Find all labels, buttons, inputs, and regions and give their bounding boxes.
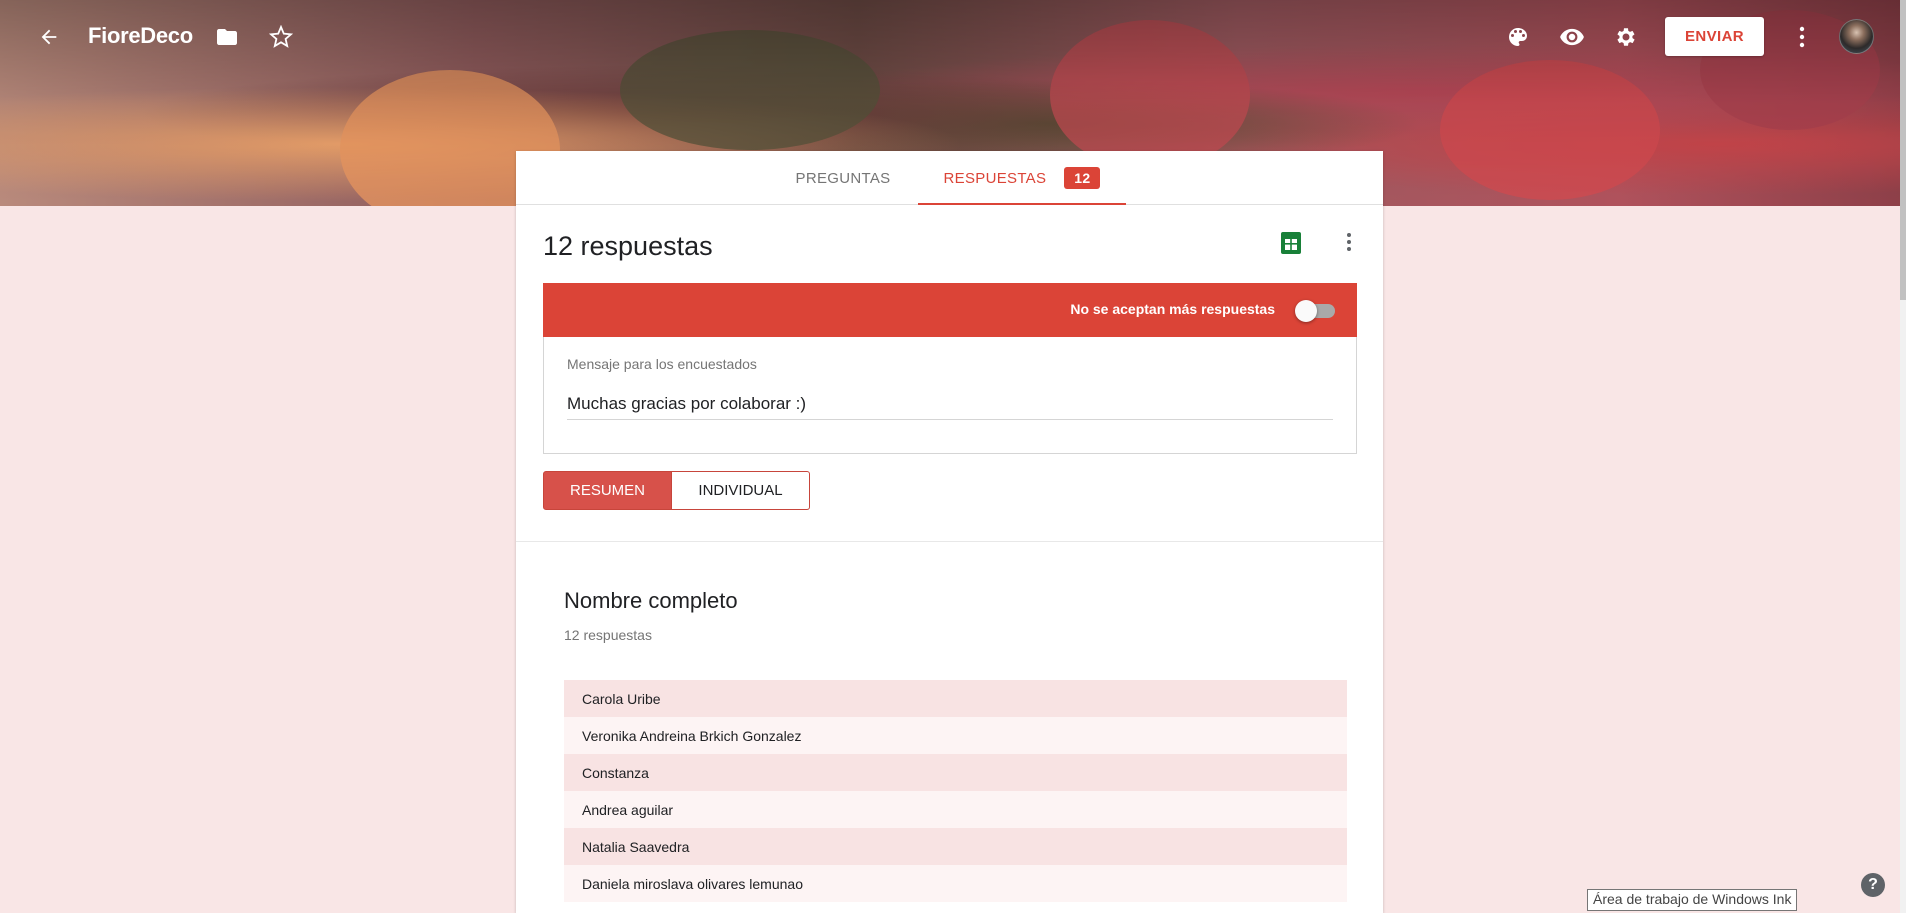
list-item: Carola Uribe bbox=[564, 680, 1347, 717]
active-tab-indicator bbox=[918, 203, 1126, 205]
back-arrow-icon[interactable] bbox=[29, 17, 69, 57]
question-title: Nombre completo bbox=[564, 588, 738, 613]
star-icon[interactable] bbox=[261, 17, 301, 57]
windows-ink-tooltip: Área de trabajo de Windows Ink bbox=[1587, 889, 1798, 911]
individual-view-button[interactable]: INDIVIDUAL bbox=[672, 471, 810, 510]
tab-respuestas[interactable]: RESPUESTAS 12 bbox=[918, 151, 1126, 205]
folder-icon[interactable] bbox=[207, 17, 247, 57]
responses-more-icon[interactable] bbox=[1334, 227, 1364, 257]
accepting-responses-label: No se aceptan más respuestas bbox=[1070, 301, 1275, 317]
section-divider bbox=[516, 541, 1383, 542]
responses-title: 12 respuestas bbox=[543, 231, 713, 261]
eye-icon[interactable] bbox=[1552, 17, 1592, 57]
answer-list: Carola Uribe Veronika Andreina Brkich Go… bbox=[564, 680, 1347, 902]
summary-view-button[interactable]: RESUMEN bbox=[543, 471, 672, 510]
send-button[interactable]: ENVIAR bbox=[1665, 17, 1764, 56]
tab-preguntas[interactable]: PREGUNTAS bbox=[778, 151, 908, 205]
top-bar: FioreDeco ENVIAR bbox=[0, 0, 1906, 74]
list-item: Veronika Andreina Brkich Gonzalez bbox=[564, 717, 1347, 754]
gear-icon[interactable] bbox=[1606, 17, 1646, 57]
list-item: Andrea aguilar bbox=[564, 791, 1347, 828]
accepting-responses-toggle[interactable] bbox=[1295, 300, 1335, 322]
palette-icon[interactable] bbox=[1498, 17, 1538, 57]
respondent-message-input[interactable] bbox=[567, 389, 1333, 420]
respondent-message-box: Mensaje para los encuestados bbox=[543, 337, 1357, 454]
more-vert-icon[interactable] bbox=[1782, 17, 1822, 57]
responses-count-badge: 12 bbox=[1064, 167, 1101, 189]
help-icon[interactable]: ? bbox=[1861, 873, 1885, 897]
scrollbar-thumb[interactable] bbox=[1900, 0, 1906, 300]
page-scrollbar[interactable] bbox=[1900, 0, 1906, 913]
list-item: Daniela miroslava olivares lemunao bbox=[564, 865, 1347, 902]
accepting-responses-bar: No se aceptan más respuestas bbox=[543, 283, 1357, 337]
toggle-knob bbox=[1295, 300, 1317, 322]
question-response-count: 12 respuestas bbox=[564, 627, 652, 643]
tab-preguntas-label: PREGUNTAS bbox=[795, 169, 891, 187]
tab-bar: PREGUNTAS RESPUESTAS 12 bbox=[516, 151, 1383, 205]
list-item: Natalia Saavedra bbox=[564, 828, 1347, 865]
avatar[interactable] bbox=[1839, 19, 1874, 54]
tab-respuestas-label: RESPUESTAS bbox=[943, 169, 1047, 187]
sheets-icon[interactable] bbox=[1280, 231, 1304, 255]
responses-card: PREGUNTAS RESPUESTAS 12 12 respuestas No… bbox=[516, 151, 1383, 913]
list-item: Constanza bbox=[564, 754, 1347, 791]
respondent-message-label: Mensaje para los encuestados bbox=[567, 356, 757, 372]
form-title[interactable]: FioreDeco bbox=[88, 23, 193, 49]
